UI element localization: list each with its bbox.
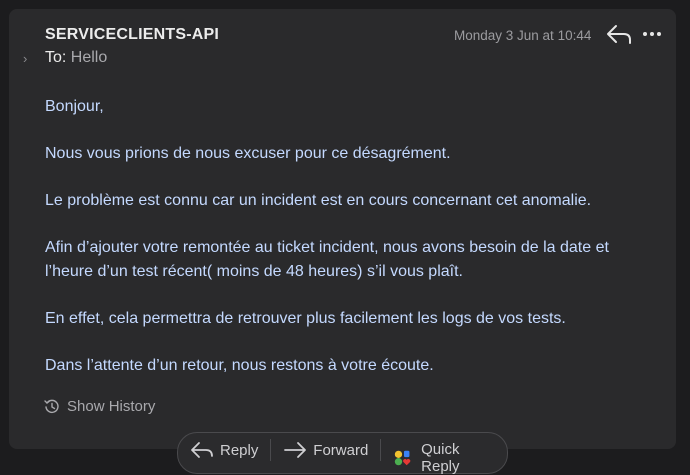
reply-label: Reply <box>220 441 259 459</box>
body-paragraph: Dans l’attente d’un retour, nous restons… <box>45 357 434 374</box>
more-options-icon[interactable] <box>642 26 662 42</box>
to-value: Hello <box>70 49 108 66</box>
message-body: Bonjour, Nous vous prions de nous excuse… <box>45 95 655 401</box>
show-history-button[interactable]: Show History <box>44 398 155 415</box>
quick-reply-button[interactable]: Quick Reply <box>381 433 507 475</box>
message-date: Monday 3 Jun at 10:44 <box>454 28 592 43</box>
sender-name: SERVICECLIENTS-API <box>45 26 219 43</box>
body-paragraph: En effet, cela permettra de retrouver pl… <box>45 310 566 327</box>
forward-button[interactable]: Forward <box>271 433 380 459</box>
body-paragraph: Afin d’ajouter votre remontée au ticket … <box>45 239 609 280</box>
emoji-reactions-icon <box>395 450 411 466</box>
to-label: To: <box>45 49 67 66</box>
body-paragraph: Bonjour, <box>45 98 104 115</box>
reply-arrow-icon[interactable] <box>606 23 632 45</box>
history-clock-icon <box>44 399 59 413</box>
chevron-right-icon[interactable]: › <box>23 51 27 66</box>
quick-reply-label: Quick Reply <box>421 441 460 475</box>
action-bar: Reply Forward Quick Reply <box>177 432 508 475</box>
show-history-label: Show History <box>67 398 156 415</box>
recipient-row: To: Hello <box>45 49 107 67</box>
reply-button[interactable]: Reply <box>178 433 270 459</box>
reply-arrow-icon <box>191 442 213 458</box>
message-card: SERVICECLIENTS-API Monday 3 Jun at 10:44… <box>9 9 676 449</box>
body-paragraph: Nous vous prions de nous excuser pour ce… <box>45 145 451 162</box>
forward-arrow-icon <box>284 442 307 458</box>
forward-label: Forward <box>313 441 369 459</box>
body-paragraph: Le problème est connu car un incident es… <box>45 192 592 209</box>
